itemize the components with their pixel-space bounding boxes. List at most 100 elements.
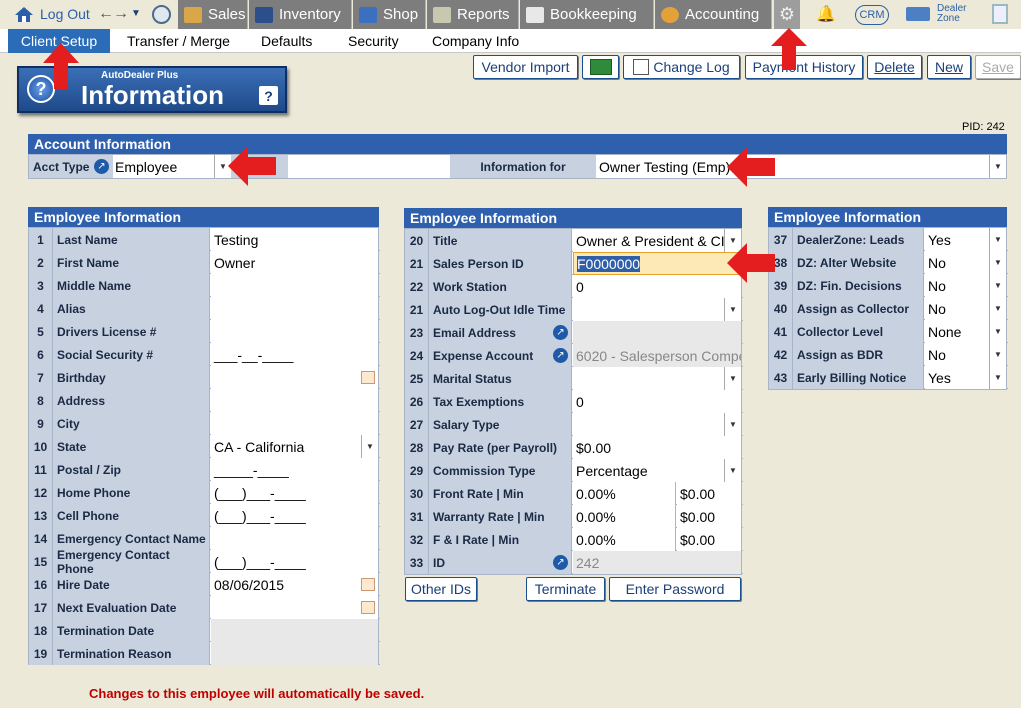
change-log-button[interactable]: Change Log (623, 55, 740, 79)
field-value[interactable]: 0.00% (573, 482, 676, 505)
field-value[interactable] (573, 298, 741, 321)
info-for-select[interactable]: Owner Testing (Emp) (599, 159, 730, 175)
dealer-zone-icon[interactable] (906, 7, 930, 21)
acct-type-select[interactable]: Employee (115, 159, 177, 175)
subnav-security[interactable]: Security (348, 33, 399, 49)
enter-password-button[interactable]: Enter Password (609, 577, 741, 601)
field-value[interactable]: 08/06/2015 (211, 573, 378, 596)
field-value[interactable] (573, 413, 741, 436)
home-icon[interactable] (14, 6, 34, 23)
field-label: Hire Date (53, 573, 210, 596)
chevron-down-icon[interactable]: ▼ (724, 413, 741, 436)
field-value[interactable] (211, 274, 378, 297)
subnav-company-info[interactable]: Company Info (432, 33, 519, 49)
field-label: Address (53, 389, 210, 412)
field-label: Work Station (429, 275, 572, 298)
field-value[interactable] (573, 367, 741, 390)
field-value[interactable]: 0.00% (573, 528, 676, 551)
field-value[interactable] (211, 412, 378, 435)
chevron-down-icon[interactable]: ▼ (989, 274, 1006, 297)
field-value-min[interactable]: $0.00 (677, 528, 741, 551)
chevron-down-icon[interactable]: ▼ (989, 343, 1006, 366)
info-for-dropdown[interactable]: ▼ (989, 155, 1006, 178)
field-value-min[interactable]: $0.00 (677, 505, 741, 528)
field-label: DZ: Alter Website (793, 251, 924, 274)
field-value[interactable]: Testing (211, 228, 378, 251)
calendar-icon[interactable] (361, 578, 375, 591)
tab-reports[interactable]: Reports (427, 0, 519, 29)
user-face-icon[interactable] (152, 5, 171, 24)
field-label: Drivers License # (53, 320, 210, 343)
row-number: 13 (29, 504, 53, 527)
field-value[interactable]: 0 (573, 390, 741, 413)
field-value[interactable]: Owner & President & CI (573, 229, 741, 252)
field-value[interactable]: 0 (573, 275, 741, 298)
row-number: 18 (29, 619, 53, 642)
export-excel-button[interactable] (582, 55, 619, 79)
link-arrow-icon[interactable]: ↗ (553, 348, 568, 363)
chevron-down-icon[interactable]: ▼ (361, 435, 378, 458)
chevron-down-icon[interactable]: ▼ (131, 8, 141, 19)
link-arrow-icon[interactable]: ↗ (553, 555, 568, 570)
settings-gear-icon[interactable]: ⚙ (774, 0, 800, 29)
help-button[interactable]: ? (259, 86, 278, 105)
dealer-zone-link[interactable]: Dealer Zone (937, 4, 977, 24)
terminate-button[interactable]: Terminate (526, 577, 605, 601)
field-value[interactable]: (___)___-____ (211, 550, 378, 573)
subnav-transfer-merge[interactable]: Transfer / Merge (127, 33, 230, 49)
chevron-down-icon[interactable]: ▼ (989, 228, 1006, 251)
tab-inventory[interactable]: Inventory (249, 0, 352, 29)
vendor-import-button[interactable]: Vendor Import (473, 55, 578, 79)
row-number: 5 (29, 320, 53, 343)
tab-shop[interactable]: Shop (353, 0, 426, 29)
field-value-min[interactable]: $0.00 (677, 482, 741, 505)
logout-link[interactable]: Log Out (40, 6, 90, 22)
field-row: 2 First Name Owner (29, 251, 380, 274)
field-value[interactable] (211, 320, 378, 343)
field-value[interactable]: (___)___-____ (211, 481, 378, 504)
field-value[interactable]: _____-____ (211, 458, 378, 481)
field-value[interactable]: F0000000 (573, 252, 741, 275)
tab-sales[interactable]: Sales (178, 0, 248, 29)
chevron-down-icon[interactable]: ▼ (724, 367, 741, 390)
tab-bookkeeping[interactable]: Bookkeeping (520, 0, 654, 29)
field-value[interactable] (211, 366, 378, 389)
save-button[interactable]: Save (975, 55, 1021, 79)
field-value[interactable]: ___-__-____ (211, 343, 378, 366)
chevron-down-icon[interactable]: ▼ (724, 459, 741, 482)
other-ids-button[interactable]: Other IDs (405, 577, 477, 601)
bell-icon[interactable]: 🔔 (816, 3, 836, 25)
forward-arrow-icon[interactable]: → (113, 5, 129, 23)
calculator-icon[interactable] (992, 4, 1008, 24)
calendar-icon[interactable] (361, 371, 375, 384)
chevron-down-icon[interactable]: ▼ (724, 298, 741, 321)
chevron-down-icon[interactable]: ▼ (989, 297, 1006, 320)
chevron-down-icon[interactable]: ▼ (989, 366, 1006, 389)
selected-text[interactable]: F0000000 (577, 255, 641, 272)
row-number: 7 (29, 366, 53, 389)
back-arrow-icon[interactable]: ← (98, 5, 114, 23)
field-value[interactable]: (___)___-____ (211, 504, 378, 527)
subnav-defaults[interactable]: Defaults (261, 33, 312, 49)
field-value[interactable]: 0.00% (573, 505, 676, 528)
search-input[interactable] (289, 155, 449, 178)
crm-icon[interactable]: CRM (855, 5, 889, 25)
tab-accounting[interactable]: Accounting (655, 0, 772, 29)
field-value[interactable]: $0.00 (573, 436, 741, 459)
field-value[interactable] (211, 596, 378, 619)
field-value[interactable]: CA - California (211, 435, 378, 458)
chevron-down-icon[interactable]: ▼ (989, 251, 1006, 274)
row-number: 41 (769, 320, 793, 343)
field-value[interactable]: Percentage (573, 459, 741, 482)
new-button[interactable]: New (927, 55, 971, 79)
field-value[interactable] (211, 527, 378, 550)
field-value[interactable] (211, 389, 378, 412)
calendar-icon[interactable] (361, 601, 375, 614)
chevron-down-icon[interactable]: ▼ (989, 320, 1006, 343)
link-arrow-icon[interactable]: ↗ (553, 325, 568, 340)
delete-button[interactable]: Delete (867, 55, 922, 79)
acct-type-link-icon[interactable]: ↗ (94, 159, 109, 174)
arrow-left-icon (727, 147, 775, 187)
field-value[interactable]: Owner (211, 251, 378, 274)
field-value[interactable] (211, 297, 378, 320)
